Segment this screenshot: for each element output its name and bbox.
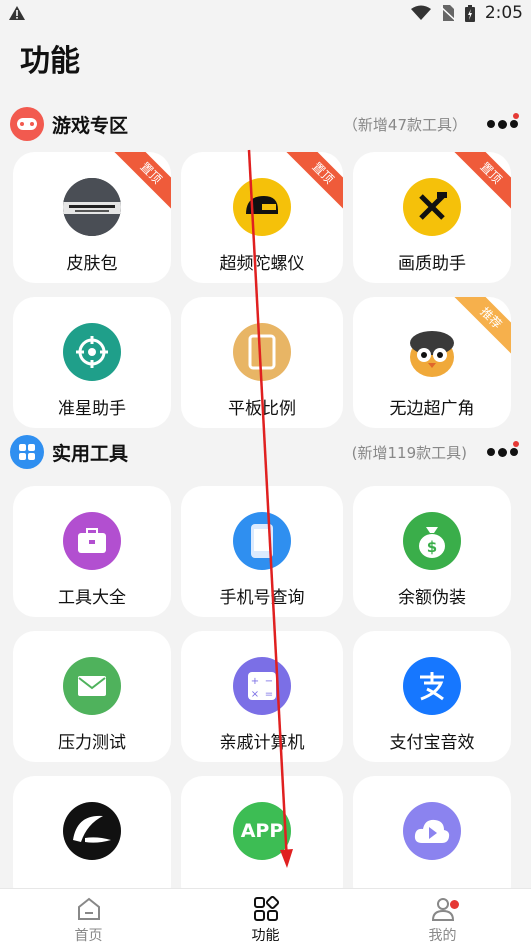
nav-label: 功能 bbox=[251, 928, 280, 944]
tool-label: 工具大全 bbox=[58, 588, 126, 608]
tool-label: 画质助手 bbox=[398, 254, 466, 274]
tool-card-tablet-ratio[interactable]: 平板比例 bbox=[181, 297, 343, 428]
tools-icon bbox=[403, 178, 461, 236]
apps-icon bbox=[10, 435, 44, 469]
warning-icon bbox=[9, 6, 25, 20]
badge-top: 置顶 bbox=[453, 152, 511, 211]
tool-card-toolbox[interactable]: 工具大全 bbox=[13, 486, 171, 617]
svg-text:$: $ bbox=[427, 538, 437, 556]
section-title: 实用工具 bbox=[52, 442, 129, 465]
page-title: 功能 bbox=[20, 44, 80, 79]
svg-text:+: + bbox=[251, 676, 259, 687]
helmet-icon bbox=[233, 178, 291, 236]
badge-top: 置顶 bbox=[113, 152, 171, 211]
tool-label: 余额伪装 bbox=[398, 588, 466, 608]
section-header-games: 游戏专区 （新增47款工具） bbox=[0, 100, 531, 148]
app-icon-text: APP bbox=[240, 820, 284, 842]
tool-card-relative-calc[interactable]: + − × = 亲戚计算机 bbox=[181, 631, 343, 762]
tool-label: 平板比例 bbox=[228, 399, 296, 419]
app-icon: APP bbox=[233, 802, 291, 860]
money-bag-icon: $ bbox=[403, 512, 461, 570]
tool-label: 亲戚计算机 bbox=[219, 733, 305, 753]
tool-label: 压力测试 bbox=[58, 733, 126, 753]
crosshair-icon bbox=[63, 323, 121, 381]
gamepad-icon bbox=[10, 107, 44, 141]
alipay-icon bbox=[403, 657, 461, 715]
section-subtitle: （新增47款工具） bbox=[342, 115, 467, 134]
svg-text:−: − bbox=[265, 676, 273, 687]
status-time: 2:05 bbox=[484, 3, 523, 23]
home-icon bbox=[77, 897, 100, 920]
tool-label: 超频陀螺仪 bbox=[219, 254, 305, 274]
tool-card-stress-test[interactable]: 压力测试 bbox=[13, 631, 171, 762]
tool-card-crosshair[interactable]: 准星助手 bbox=[13, 297, 171, 428]
more-dots-icon[interactable] bbox=[487, 112, 521, 129]
tool-card-gyroscope[interactable]: 置顶 超频陀螺仪 bbox=[181, 152, 343, 283]
tool-card-phone-lookup[interactable]: 手机号查询 bbox=[181, 486, 343, 617]
section-subtitle: (新增119款工具) bbox=[351, 443, 467, 462]
nav-home[interactable]: 首页 bbox=[0, 889, 177, 952]
tool-card-skin-pack[interactable]: 置顶 皮肤包 bbox=[13, 152, 171, 283]
tablet-icon bbox=[233, 323, 291, 381]
wifi-icon bbox=[410, 5, 431, 20]
no-sim-icon bbox=[440, 5, 455, 21]
brush-logo bbox=[63, 802, 121, 860]
utilities-grid: 工具大全 手机号查询 $ 余额伪装 压力测试 + − × = 亲戚计算机 支付宝音效 bbox=[0, 486, 531, 907]
tool-card-balance[interactable]: $ 余额伪装 bbox=[353, 486, 511, 617]
toolbox-icon bbox=[63, 512, 121, 570]
notification-dot bbox=[450, 900, 459, 909]
battery-icon bbox=[464, 4, 475, 22]
battlegrounds-logo bbox=[63, 178, 121, 236]
grid-icon bbox=[253, 896, 279, 921]
nav-label: 首页 bbox=[74, 928, 103, 944]
tool-label: 手机号查询 bbox=[219, 588, 305, 608]
mail-icon bbox=[63, 657, 121, 715]
nav-features[interactable]: 功能 bbox=[177, 889, 354, 952]
tool-card-alipay-sound[interactable]: 支付宝音效 bbox=[353, 631, 511, 762]
svg-text:×: × bbox=[251, 689, 259, 700]
tool-card-quality[interactable]: 置顶 画质助手 bbox=[353, 152, 511, 283]
nav-label: 我的 bbox=[428, 928, 457, 944]
calculator-icon: + − × = bbox=[233, 657, 291, 715]
tool-label: 皮肤包 bbox=[66, 254, 118, 274]
status-bar: 2:05 bbox=[0, 0, 531, 26]
cloud-play-icon bbox=[403, 802, 461, 860]
badge-recommend: 推荐 bbox=[453, 297, 511, 356]
tool-label: 支付宝音效 bbox=[389, 733, 475, 753]
badge-top: 置顶 bbox=[285, 152, 343, 211]
penguin-avatar bbox=[403, 323, 461, 381]
bottom-nav: 首页 功能 我的 bbox=[0, 888, 531, 952]
phone-icon bbox=[233, 512, 291, 570]
svg-text:=: = bbox=[265, 689, 273, 700]
tool-card-wide-angle[interactable]: 推荐 无边超广角 bbox=[353, 297, 511, 428]
games-grid: 置顶 皮肤包 置顶 超频陀螺仪 置顶 画质助手 准星助手 平板比例 推荐 无边超… bbox=[0, 152, 531, 428]
tool-label: 无边超广角 bbox=[389, 399, 475, 419]
more-dots-icon[interactable] bbox=[487, 440, 521, 457]
section-title: 游戏专区 bbox=[52, 114, 129, 137]
section-header-utilities: 实用工具 (新增119款工具) bbox=[0, 428, 531, 476]
nav-mine[interactable]: 我的 bbox=[354, 889, 531, 952]
tool-label: 准星助手 bbox=[58, 399, 126, 419]
